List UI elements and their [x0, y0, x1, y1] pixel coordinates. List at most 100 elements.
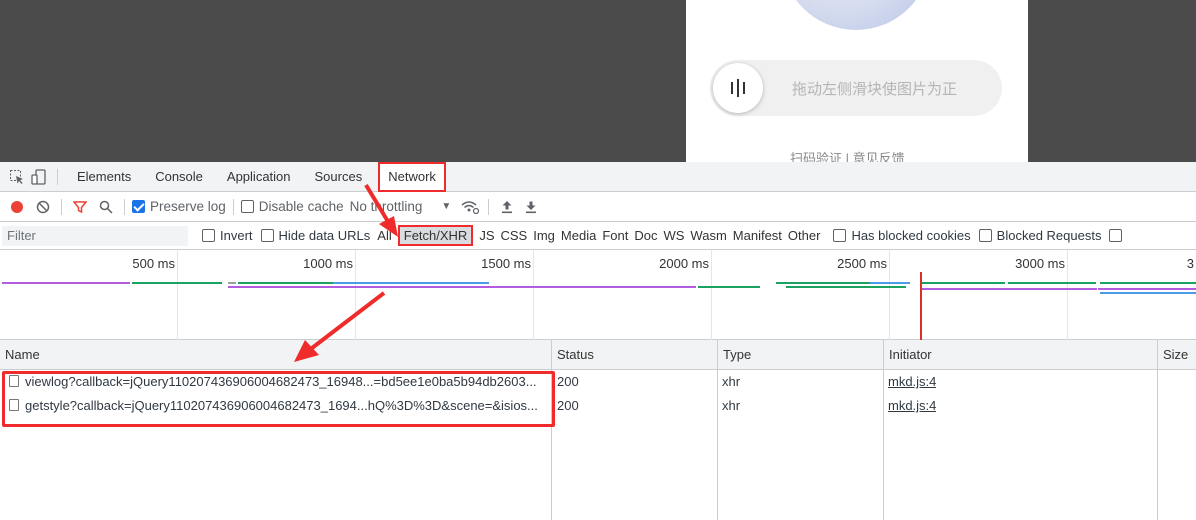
- request-row[interactable]: getstyle?callback=jQuery1102074369060046…: [0, 395, 1196, 417]
- timeline-bar: [920, 282, 1005, 284]
- invert-label: Invert: [220, 228, 253, 243]
- timeline-gridline: [533, 250, 534, 340]
- captcha-rotate-image: [781, 0, 931, 30]
- throttling-select[interactable]: No throttling ▼: [350, 199, 452, 214]
- network-overview-timeline[interactable]: 500 ms 1000 ms 1500 ms 2000 ms 2500 ms 3…: [0, 250, 1196, 340]
- tab-console[interactable]: Console: [143, 162, 215, 192]
- timeline-tick-label: 3000 ms: [1015, 256, 1065, 271]
- timeline-gridline: [1067, 250, 1068, 340]
- timeline-tick-label: 2500 ms: [837, 256, 887, 271]
- filter-type-media[interactable]: Media: [558, 228, 599, 243]
- has-blocked-cookies-toggle[interactable]: Has blocked cookies: [833, 228, 974, 243]
- invert-checkbox[interactable]: [202, 229, 215, 242]
- divider: [124, 198, 125, 215]
- captcha-panel: 拖动左侧滑块使图片为正 扫码验证 | 意见反馈: [686, 0, 1028, 162]
- timeline-tick-label: 1500 ms: [481, 256, 531, 271]
- blocked-requests-label: Blocked Requests: [996, 228, 1102, 243]
- filter-type-doc[interactable]: Doc: [631, 228, 660, 243]
- tab-elements[interactable]: Elements: [65, 162, 143, 192]
- divider: [61, 198, 62, 215]
- hide-data-urls-toggle[interactable]: Hide data URLs: [260, 228, 375, 243]
- record-icon[interactable]: [6, 196, 28, 218]
- filter-type-img[interactable]: Img: [530, 228, 558, 243]
- filter-type-ws[interactable]: WS: [660, 228, 687, 243]
- hide-data-urls-checkbox[interactable]: [260, 229, 274, 242]
- timeline-bar: [238, 282, 333, 284]
- timeline-bar: [870, 282, 910, 284]
- column-header-status[interactable]: Status: [552, 340, 594, 370]
- captcha-slider-handle[interactable]: [713, 63, 763, 113]
- filter-input[interactable]: [2, 225, 188, 246]
- column-divider[interactable]: [883, 340, 884, 520]
- search-icon[interactable]: [95, 196, 117, 218]
- timeline-gridline: [711, 250, 712, 340]
- filter-type-all[interactable]: All: [374, 228, 394, 243]
- invert-toggle[interactable]: Invert: [202, 228, 257, 243]
- file-icon: [9, 375, 19, 387]
- devtools-panel: Elements Console Application Sources Net…: [0, 161, 1196, 520]
- timeline-bar: [132, 282, 222, 284]
- dropdown-arrow-icon: ▼: [441, 201, 452, 212]
- divider: [232, 198, 234, 215]
- timeline-bar: [1098, 288, 1196, 290]
- request-type: xhr: [722, 398, 741, 413]
- request-name[interactable]: getstyle?callback=jQuery1102074369060046…: [9, 395, 549, 417]
- preserve-log-toggle[interactable]: Preserve log: [132, 199, 226, 214]
- timeline-bar: [1008, 282, 1096, 284]
- request-row[interactable]: viewlog?callback=jQuery11020743690600468…: [0, 371, 1196, 393]
- filter-type-js[interactable]: JS: [476, 228, 497, 243]
- divider: [57, 168, 58, 185]
- request-table-header: Name Status Type Initiator Size: [0, 340, 1196, 370]
- filter-type-manifest[interactable]: Manifest: [730, 228, 785, 243]
- export-har-icon[interactable]: [520, 196, 542, 218]
- blocked-requests-checkbox[interactable]: [978, 229, 992, 242]
- has-blocked-cookies-checkbox[interactable]: [833, 229, 847, 242]
- import-har-icon[interactable]: [496, 196, 518, 218]
- clear-icon[interactable]: [32, 196, 54, 218]
- hide-data-urls-label: Hide data URLs: [278, 228, 371, 243]
- tab-sources[interactable]: Sources: [303, 162, 375, 192]
- blocked-requests-toggle[interactable]: Blocked Requests: [978, 228, 1106, 243]
- disable-cache-toggle[interactable]: Disable cache: [240, 199, 344, 214]
- divider: [488, 198, 490, 215]
- column-divider[interactable]: [1157, 340, 1158, 520]
- disable-cache-checkbox[interactable]: [240, 200, 254, 213]
- column-header-name[interactable]: Name: [0, 340, 40, 370]
- filter-type-wasm[interactable]: Wasm: [687, 228, 729, 243]
- network-conditions-icon[interactable]: [459, 196, 481, 218]
- column-divider[interactable]: [717, 340, 718, 520]
- timeline-bar: [2, 282, 130, 284]
- devtools-tab-bar: Elements Console Application Sources Net…: [0, 161, 1196, 192]
- column-header-size[interactable]: Size: [1158, 340, 1188, 370]
- device-toolbar-icon[interactable]: [28, 166, 50, 188]
- preserve-log-label: Preserve log: [150, 199, 226, 214]
- filter-icon[interactable]: [69, 196, 91, 218]
- preserve-log-checkbox[interactable]: [132, 200, 145, 213]
- timeline-bar: [698, 286, 760, 288]
- timeline-bar: [922, 288, 1097, 290]
- timeline-tick-label: 3: [1186, 256, 1194, 271]
- request-initiator-link[interactable]: mkd.js:4: [888, 395, 936, 417]
- timeline-tick-label: 2000 ms: [659, 256, 709, 271]
- filter-type-css[interactable]: CSS: [498, 228, 531, 243]
- request-name[interactable]: viewlog?callback=jQuery11020743690600468…: [9, 371, 549, 393]
- column-header-type[interactable]: Type: [718, 340, 751, 370]
- column-header-initiator[interactable]: Initiator: [884, 340, 932, 370]
- filter-type-fetch-xhr[interactable]: Fetch/XHR: [397, 225, 474, 246]
- third-party-checkbox[interactable]: [1109, 229, 1123, 242]
- timeline-gridline: [177, 250, 178, 340]
- filter-type-font[interactable]: Font: [599, 228, 631, 243]
- request-initiator-link[interactable]: mkd.js:4: [888, 371, 936, 393]
- network-toolbar: Preserve log Disable cache No throttling…: [0, 192, 1196, 222]
- request-status: 200: [557, 374, 579, 389]
- timeline-bar: [776, 282, 870, 284]
- tab-network[interactable]: Network: [378, 161, 446, 192]
- captcha-footer-links[interactable]: 扫码验证 | 意见反馈: [790, 148, 905, 162]
- column-divider[interactable]: [551, 340, 552, 520]
- filter-type-other[interactable]: Other: [785, 228, 824, 243]
- tab-application[interactable]: Application: [215, 162, 303, 192]
- timeline-bar: [786, 286, 906, 288]
- inspect-element-icon[interactable]: [6, 166, 28, 188]
- timeline-bar: [228, 282, 236, 284]
- timeline-bar: [228, 286, 696, 288]
